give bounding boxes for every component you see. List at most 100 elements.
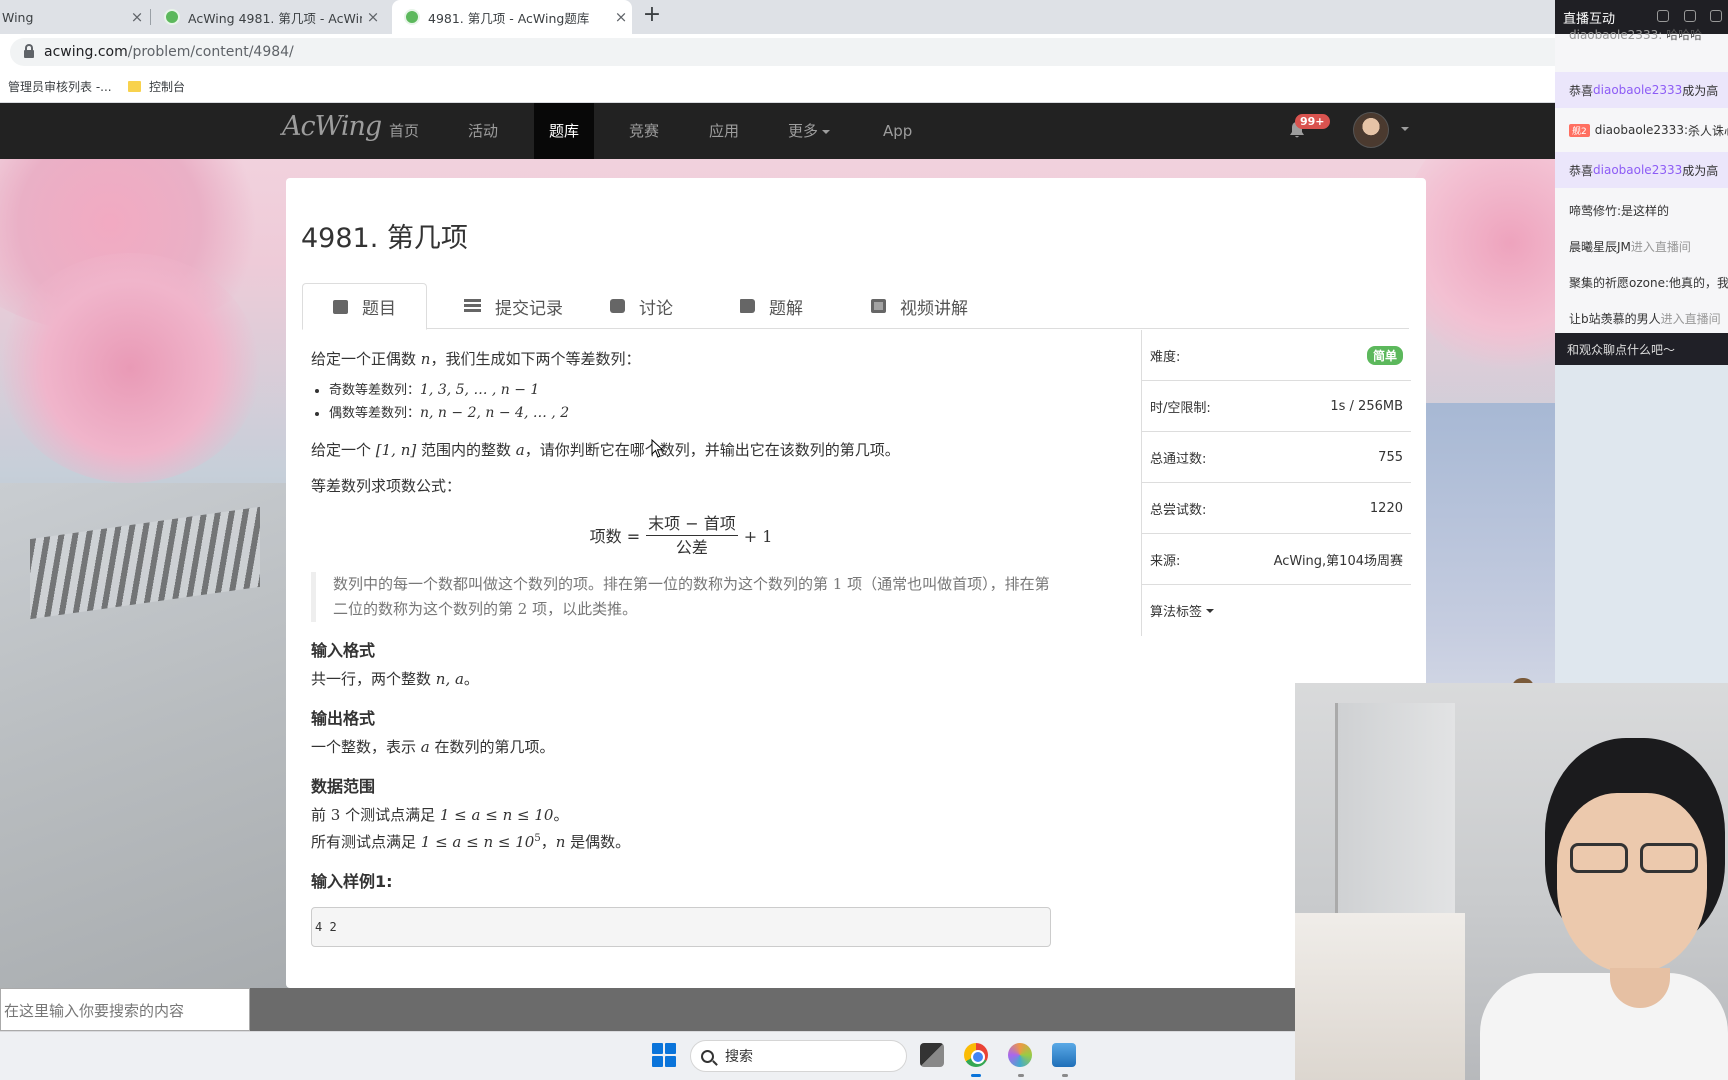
film-icon xyxy=(871,299,886,313)
app-window-icon[interactable] xyxy=(1052,1043,1076,1067)
avatar-caret-icon[interactable] xyxy=(1401,127,1409,131)
text: 在数列的第几项。 xyxy=(429,738,555,756)
user-avatar[interactable] xyxy=(1353,112,1389,148)
acwing-logo[interactable]: AcWing xyxy=(282,111,382,142)
tab-solutions[interactable]: 题解 xyxy=(710,283,833,329)
text: 给定一个正偶数 xyxy=(311,350,421,368)
nav-contest[interactable]: 竞赛 xyxy=(614,103,674,159)
chat-user: diaobaole2333: xyxy=(1569,28,1663,42)
nav-activity[interactable]: 活动 xyxy=(453,103,513,159)
text: 奇数等差数列： xyxy=(329,383,421,398)
taskbar-search-label: 搜索 xyxy=(725,1049,753,1065)
math-2: 2 xyxy=(517,600,528,618)
math-odd-seq: 1, 3, 5, … , n − 1 xyxy=(420,382,540,398)
tab-description[interactable]: 题目 xyxy=(302,283,427,330)
info-value: 755 xyxy=(1378,449,1403,465)
math-range-1: 1 ≤ a ≤ n ≤ 10 xyxy=(439,806,554,824)
tab-video[interactable]: 视频讲解 xyxy=(841,283,998,329)
math-3: 3 xyxy=(330,806,341,824)
browser-tab-2[interactable]: AcWing 4981. 第几项 - AcWing × xyxy=(152,0,384,34)
close-tab-icon[interactable]: × xyxy=(362,8,384,26)
math-1: 1 xyxy=(832,575,843,593)
nav-problems[interactable]: 题库 xyxy=(534,103,595,159)
chat-level-badge: 舰2 xyxy=(1569,123,1590,137)
browser-tab-3-active[interactable]: 4981. 第几项 - AcWing题库 × xyxy=(392,0,632,34)
nav-app[interactable]: App xyxy=(868,103,927,159)
chat-user: 晨曦星辰JM xyxy=(1569,239,1631,254)
acwing-favicon-icon xyxy=(404,9,420,25)
info-label: 算法标签 xyxy=(1150,605,1203,620)
math-a: a xyxy=(515,441,525,459)
sample-input-block[interactable]: 4 2 xyxy=(311,907,1051,947)
chat-user: diaobaole2333 xyxy=(1593,163,1683,177)
chat-user: 聚集的祈愿ozone: xyxy=(1569,275,1670,290)
math-even-seq: n, n − 2, n − 4, … , 2 xyxy=(420,405,570,421)
task-view-icon[interactable] xyxy=(920,1043,944,1067)
chat-prefix: 恭喜 xyxy=(1569,83,1594,98)
math-n: n xyxy=(420,350,431,368)
taskbar-search[interactable]: 搜索 xyxy=(690,1040,907,1072)
search-icon xyxy=(701,1049,714,1063)
algorithm-tags-toggle[interactable]: 算法标签 xyxy=(1142,585,1411,636)
tab-title: 4981. 第几项 - AcWing题库 xyxy=(428,10,590,26)
tab-label: 视频讲解 xyxy=(900,298,968,319)
tab-label: 讨论 xyxy=(639,298,673,319)
text: 前 xyxy=(311,806,331,824)
close-tab-icon[interactable]: × xyxy=(610,8,632,26)
bookmark-admin-review[interactable]: 管理员审核列表 -... xyxy=(8,70,112,103)
text: 个测试点满足 xyxy=(340,806,440,824)
chat-user: 啼莺修竹: xyxy=(1569,203,1622,218)
chrome-icon[interactable] xyxy=(964,1043,988,1067)
formula-intro: 等差数列求项数公式： xyxy=(311,477,462,495)
lock-icon[interactable] xyxy=(1710,10,1722,22)
windows-start-icon[interactable] xyxy=(652,1043,676,1067)
input-format-text: 共一行，两个整数 n, a。 xyxy=(311,668,1051,690)
info-value: 1220 xyxy=(1369,500,1403,516)
info-value[interactable]: AcWing,第104场周赛 xyxy=(1274,550,1403,569)
text: ， xyxy=(540,833,556,851)
close-tab-icon[interactable]: × xyxy=(126,8,148,26)
info-tried: 总尝试数: 1220 xyxy=(1142,483,1411,534)
info-source: 来源: AcWing,第104场周赛 xyxy=(1142,534,1411,585)
live-chat-title: 直播互动 xyxy=(1563,11,1616,27)
tab-submissions[interactable]: 提交记录 xyxy=(434,283,593,329)
list-icon xyxy=(464,299,481,313)
output-format-text: 一个整数，表示 a 在数列的第几项。 xyxy=(311,736,1051,758)
note-blockquote: 数列中的每一个数都叫做这个数列的项。排在第一位的数称为这个数列的第 1 项（通常… xyxy=(311,572,1051,622)
address-bar[interactable]: acwing.com/problem/content/4984/ xyxy=(10,38,1555,66)
comment-icon xyxy=(610,299,625,313)
list-item: 奇数等差数列：1, 3, 5, … , n − 1 xyxy=(329,379,1051,402)
math-n: n xyxy=(555,833,566,851)
page-title: 4981. 第几项 xyxy=(301,223,468,254)
text: 给定一个 xyxy=(311,441,376,459)
info-value: 1s / 256MB xyxy=(1330,398,1403,414)
text: 项，以此类推。 xyxy=(527,600,638,618)
chat-message: 啼莺修竹: 是这样的 xyxy=(1555,192,1728,228)
nav-more[interactable]: 更多 xyxy=(773,103,845,159)
url-path: /problem/content/4984/ xyxy=(127,44,294,60)
text: 。 xyxy=(463,670,479,688)
difficulty-badge: 简单 xyxy=(1366,345,1403,365)
settings-icon[interactable] xyxy=(1684,10,1696,22)
info-label: 总尝试数: xyxy=(1150,502,1207,518)
tab-title: AcWing 4981. 第几项 - AcWing xyxy=(188,10,362,26)
bookmarks-bar: 管理员审核列表 -... 控制台 xyxy=(0,70,1555,103)
new-tab-button[interactable]: + xyxy=(640,4,664,28)
tab-discussion[interactable]: 讨论 xyxy=(580,283,703,329)
task-paragraph: 给定一个 [1, n] 范围内的整数 a，请你判断它在哪个数列，并输出它在该数列… xyxy=(311,439,1051,461)
url-host: acwing.com xyxy=(44,44,128,60)
tab-label: 题目 xyxy=(362,299,396,319)
photos-app-icon[interactable] xyxy=(1008,1043,1032,1067)
live-chat-input[interactable]: 和观众聊点什么吧～ xyxy=(1555,333,1728,365)
chat-text: 成为高 xyxy=(1682,163,1719,178)
browser-tab-1[interactable]: Wing × xyxy=(0,0,148,34)
bookmark-console[interactable]: 控制台 xyxy=(128,70,185,103)
chat-text: 哈哈哈 xyxy=(1662,28,1703,42)
popout-icon[interactable] xyxy=(1657,10,1669,22)
bottom-search-input[interactable]: 在这里输入你要搜索的内容 xyxy=(0,988,250,1031)
text: 共一行，两个整数 xyxy=(311,670,436,688)
math-range-2: 1 ≤ a ≤ n ≤ 10 xyxy=(420,833,535,851)
nav-home[interactable]: 首页 xyxy=(374,103,434,159)
nav-apps[interactable]: 应用 xyxy=(694,103,754,159)
chat-text: 他真的，我 xyxy=(1669,275,1728,290)
